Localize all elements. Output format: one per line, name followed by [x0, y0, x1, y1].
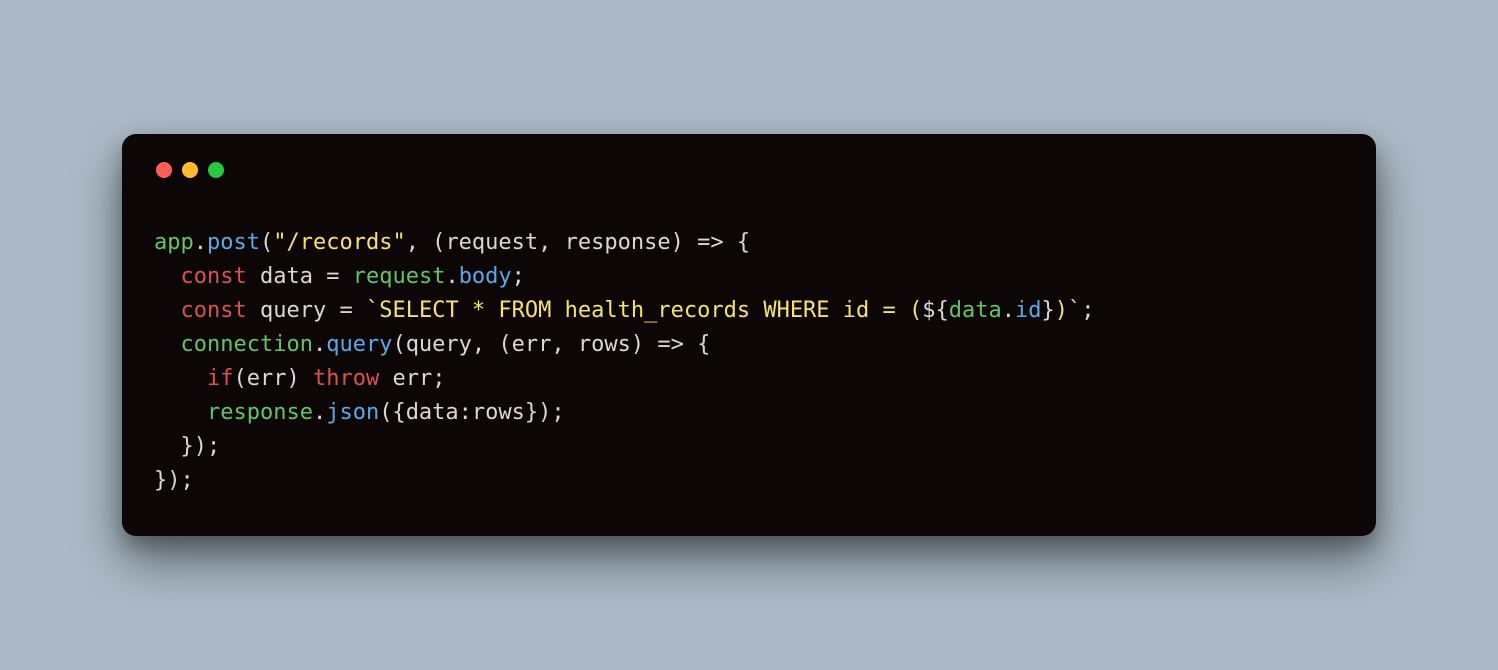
maximize-icon[interactable]	[208, 162, 224, 178]
token-dot: .	[1002, 298, 1015, 323]
token-request-param: request	[445, 230, 538, 255]
token-brace: {	[684, 332, 711, 357]
code-line-6: response.json({data:rows});	[154, 400, 565, 425]
token-arrow: =>	[697, 230, 724, 255]
code-line-8: });	[154, 468, 194, 493]
close-icon[interactable]	[156, 162, 172, 178]
code-line-2: const data = request.body;	[154, 264, 525, 289]
sp	[379, 366, 392, 391]
token-response: response	[207, 400, 313, 425]
sp	[247, 264, 260, 289]
token-body: body	[459, 264, 512, 289]
token-close-final: });	[154, 468, 194, 493]
token-data-var: data	[260, 264, 313, 289]
token-query-arg: query	[406, 332, 472, 357]
token-id: id	[1015, 298, 1042, 323]
code-line-3: const query = `SELECT * FROM health_reco…	[154, 298, 1095, 323]
code-line-7: });	[154, 434, 220, 459]
token-query-var: query	[260, 298, 326, 323]
token-dot: .	[445, 264, 458, 289]
code-line-5: if(err) throw err;	[154, 366, 445, 391]
token-template-open: ${	[922, 298, 949, 323]
sp	[313, 264, 326, 289]
token-paren-close: )	[631, 332, 658, 357]
token-dot: .	[313, 332, 326, 357]
token-comma: ,	[551, 332, 578, 357]
code-line-1: app.post("/records", (request, response)…	[154, 230, 750, 255]
sp	[326, 298, 339, 323]
token-semi: ;	[1081, 298, 1094, 323]
sp	[339, 264, 352, 289]
token-sql-template: `SELECT * FROM health_records WHERE id =…	[366, 298, 922, 323]
token-throw: throw	[313, 366, 379, 391]
token-close-cb: });	[181, 434, 221, 459]
code-line-4: connection.query(query, (err, rows) => {	[154, 332, 710, 357]
code-block: app.post("/records", (request, response)…	[154, 226, 1344, 499]
token-template-tail: )`	[1055, 298, 1082, 323]
token-semi: ;	[432, 366, 445, 391]
token-paren: (	[233, 366, 246, 391]
token-semi: ;	[512, 264, 525, 289]
token-eq: =	[326, 264, 339, 289]
token-paren-close: )	[671, 230, 698, 255]
token-comma-paren: , (	[472, 332, 512, 357]
token-rows-param: rows	[578, 332, 631, 357]
token-paren-close: )	[286, 366, 313, 391]
token-post: post	[207, 230, 260, 255]
token-arrow: =>	[657, 332, 684, 357]
token-app: app	[154, 230, 194, 255]
sp	[247, 298, 260, 323]
code-window: app.post("/records", (request, response)…	[122, 134, 1376, 537]
token-paren: (	[392, 332, 405, 357]
token-json: json	[326, 400, 379, 425]
token-comma: ,	[538, 230, 565, 255]
indent	[154, 332, 181, 357]
sp	[353, 298, 366, 323]
token-close: });	[525, 400, 565, 425]
token-request: request	[353, 264, 446, 289]
token-dot: .	[194, 230, 207, 255]
token-template-close: }	[1042, 298, 1055, 323]
indent	[154, 400, 207, 425]
window-controls	[156, 162, 1344, 178]
token-paren-brace: ({	[379, 400, 406, 425]
token-colon: :	[459, 400, 472, 425]
token-response-param: response	[565, 230, 671, 255]
token-const: const	[181, 298, 247, 323]
token-rows: rows	[472, 400, 525, 425]
token-data-ref: data	[949, 298, 1002, 323]
token-brace: {	[724, 230, 751, 255]
token-paren: (	[260, 230, 273, 255]
token-err-throw: err	[392, 366, 432, 391]
minimize-icon[interactable]	[182, 162, 198, 178]
indent	[154, 264, 181, 289]
token-connection: connection	[181, 332, 313, 357]
indent	[154, 298, 181, 323]
token-if: if	[207, 366, 234, 391]
token-query-method: query	[326, 332, 392, 357]
token-const: const	[181, 264, 247, 289]
token-comma-paren: , (	[406, 230, 446, 255]
token-dot: .	[313, 400, 326, 425]
indent	[154, 366, 207, 391]
indent	[154, 434, 181, 459]
token-err-param: err	[512, 332, 552, 357]
token-data-key: data	[406, 400, 459, 425]
token-route-string: "/records"	[273, 230, 405, 255]
token-eq: =	[339, 298, 352, 323]
token-err: err	[247, 366, 287, 391]
